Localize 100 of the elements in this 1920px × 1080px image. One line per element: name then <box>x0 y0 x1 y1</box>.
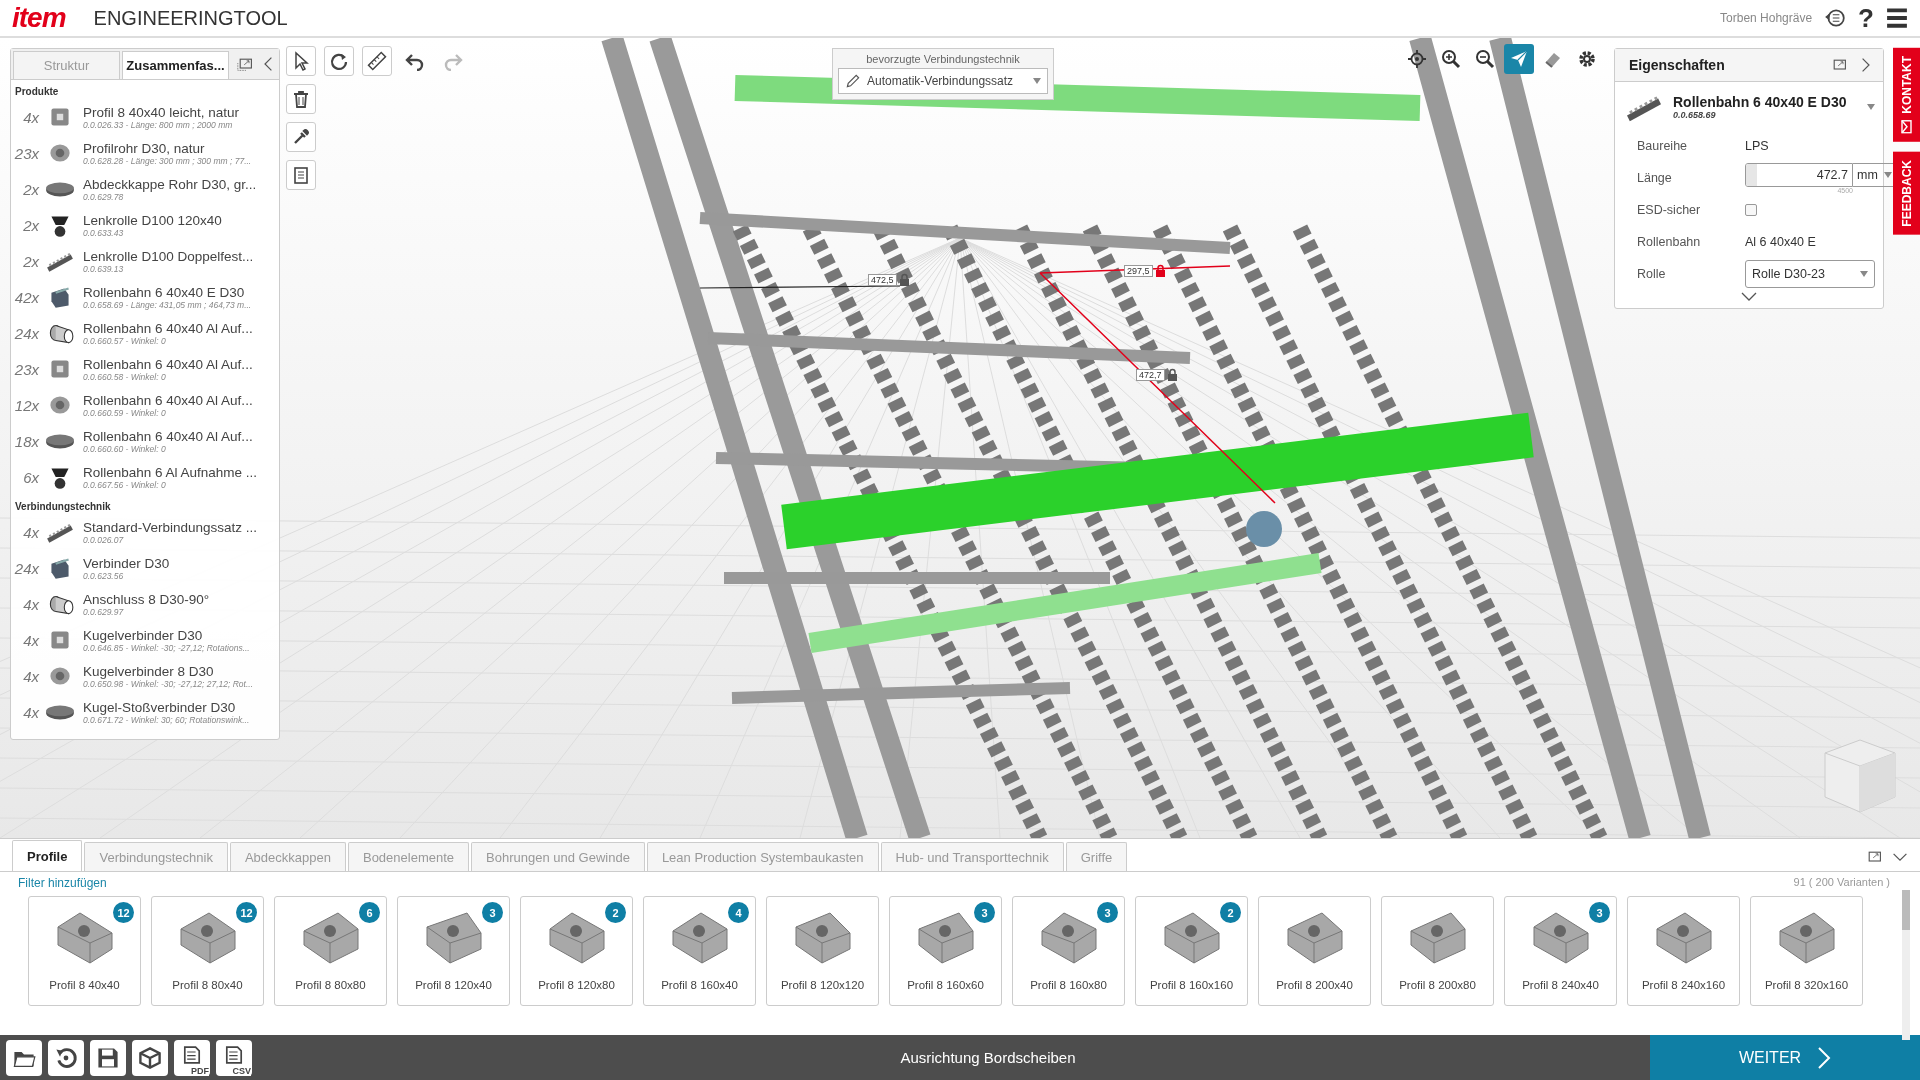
variant-count-badge: 12 <box>113 902 134 923</box>
lock-icon[interactable] <box>1166 368 1178 381</box>
product-name: Rollenbahn 6 40x40 E D30 <box>1673 94 1848 110</box>
panel-tab[interactable]: Zusammenfas... <box>122 51 229 79</box>
footer-button[interactable]: PDF <box>174 1039 210 1076</box>
product-name[interactable]: Standard-Verbindungssatz ... <box>83 519 279 535</box>
product-tile[interactable]: Profil 8 80x80 6 <box>274 896 387 1006</box>
next-button[interactable]: WEITER <box>1650 1035 1920 1080</box>
product-name[interactable]: Kugelverbinder D30 <box>83 627 279 643</box>
product-name[interactable]: Rollenbahn 6 40x40 Al Auf... <box>83 356 279 372</box>
product-name[interactable]: Profilrohr D30, natur <box>83 140 279 156</box>
history-list-icon[interactable] <box>1824 7 1847 29</box>
quantity: 4x <box>22 667 40 685</box>
product-name[interactable]: Kugelverbinder 8 D30 <box>83 663 279 679</box>
toolbar-button[interactable] <box>286 160 316 190</box>
popout-icon[interactable] <box>1866 849 1882 865</box>
product-tile[interactable]: Profil 8 80x40 12 <box>151 896 264 1006</box>
footer-button[interactable] <box>90 1039 126 1076</box>
product-name[interactable]: Rollenbahn 6 40x40 Al Auf... <box>83 392 279 408</box>
quantity: 23x <box>13 144 40 162</box>
product-name[interactable]: Rollenbahn 6 40x40 Al Auf... <box>83 320 279 336</box>
length-input[interactable]: 472.7 <box>1745 162 1853 187</box>
quantity: 42x <box>13 288 40 306</box>
tile-label: Profil 8 80x40 <box>172 979 243 991</box>
product-name[interactable]: Profil 8 40x40 leicht, natur <box>83 104 279 120</box>
tile-label: Profil 8 160x40 <box>661 979 738 991</box>
checkbox[interactable] <box>1745 204 1757 216</box>
product-name[interactable]: Lenkrolle D100 Doppelfest... <box>83 248 279 264</box>
product-details: 0.0.667.56 - Winkel: 0 <box>83 479 167 490</box>
product-tile[interactable]: Profil 8 160x80 3 <box>1012 896 1125 1006</box>
envelope-icon <box>1899 119 1914 134</box>
toolbar-button[interactable] <box>286 46 316 76</box>
redo-icon <box>443 51 463 71</box>
product-tile[interactable]: Profil 8 120x40 3 <box>397 896 510 1006</box>
quantity: 2x <box>22 252 40 270</box>
product-tile[interactable]: Profil 8 240x160 <box>1627 896 1740 1006</box>
quantity: 18x <box>13 432 40 450</box>
product-name[interactable]: Lenkrolle D100 120x40 <box>83 212 279 228</box>
tile-label: Profil 8 240x40 <box>1522 979 1599 991</box>
product-name[interactable]: Verbinder D30 <box>83 555 279 571</box>
scrollbar[interactable] <box>1902 890 1910 1040</box>
app-title: ENGINEERINGTOOL <box>93 6 288 30</box>
popout-icon[interactable] <box>237 56 253 72</box>
product-tile[interactable]: Profil 8 160x160 2 <box>1135 896 1248 1006</box>
product-name[interactable]: Kugel-Stoßverbinder D30 <box>83 699 279 715</box>
popout-icon[interactable] <box>1831 57 1847 73</box>
roller-dropdown[interactable]: Rolle D30-23 <box>1745 260 1875 288</box>
dimension-label[interactable]: 297,5 <box>1124 264 1153 277</box>
product-name[interactable]: Rollenbahn 6 40x40 E D30 <box>83 284 279 300</box>
tile-label: Profil 8 120x40 <box>415 979 492 991</box>
product-tile[interactable]: Profil 8 200x40 <box>1258 896 1371 1006</box>
footer-button[interactable] <box>48 1039 84 1076</box>
connection-dropdown[interactable]: Automatik-Verbindungssatz <box>838 68 1048 94</box>
product-name[interactable]: Rollenbahn 6 40x40 Al Auf... <box>83 428 279 444</box>
file-type-label: PDF <box>191 1065 209 1076</box>
menu-icon[interactable] <box>1886 7 1908 29</box>
dimension-label[interactable]: 472,5 <box>868 273 897 286</box>
property-label: Rolle <box>1637 267 1667 281</box>
chevron-down-icon[interactable] <box>1741 292 1757 302</box>
caret-icon[interactable] <box>1867 104 1875 110</box>
product-code: 0.0.658.69 <box>1673 110 1717 120</box>
product-name[interactable]: Rollenbahn 6 Al Aufnahme ... <box>83 464 279 480</box>
product-tile[interactable]: Profil 8 320x160 <box>1750 896 1863 1006</box>
footer-button[interactable]: CSV <box>216 1039 252 1076</box>
help-button[interactable]: ? <box>1858 2 1874 34</box>
product-tile[interactable]: Profil 8 40x40 12 <box>28 896 141 1006</box>
toolbar-button[interactable] <box>362 46 392 76</box>
catalog-tab[interactable]: Profile <box>12 840 83 871</box>
user-name[interactable]: Torben Hohgräve <box>1720 11 1813 25</box>
caret-icon <box>1884 171 1892 178</box>
lock-icon[interactable] <box>1154 264 1166 277</box>
toolbar-button[interactable] <box>286 122 316 152</box>
product-tile[interactable]: Profil 8 160x40 4 <box>643 896 756 1006</box>
lock-icon[interactable] <box>898 273 910 286</box>
quantity: 2x <box>22 180 40 198</box>
product-tile[interactable]: Profil 8 160x60 3 <box>889 896 1002 1006</box>
popup-title: bevorzugte Verbindungstechnik <box>866 53 1020 65</box>
footer-button[interactable] <box>132 1039 168 1076</box>
quantity: 12x <box>13 396 40 414</box>
side-tab[interactable]: KONTAKT <box>1893 48 1920 142</box>
product-tile[interactable]: Profil 8 200x80 <box>1381 896 1494 1006</box>
panel-title: Eigenschaften <box>1629 57 1725 73</box>
logo: item <box>12 2 66 34</box>
product-name[interactable]: Anschluss 8 D30-90° <box>83 591 279 607</box>
product-name[interactable]: Abdeckkappe Rohr D30, gr... <box>83 176 279 192</box>
footer-button[interactable] <box>6 1039 42 1076</box>
product-tile[interactable]: Profil 8 240x40 3 <box>1504 896 1617 1006</box>
filter-link[interactable]: Filter hinzufügen <box>18 876 107 890</box>
side-tab[interactable]: FEEDBACK <box>1893 151 1920 235</box>
clipboard-icon <box>291 165 311 185</box>
chevron-right-icon <box>1817 1046 1832 1069</box>
toolbar-button[interactable] <box>286 84 316 114</box>
dimension-label[interactable]: 472,7 <box>1136 368 1165 381</box>
toolbar-button[interactable] <box>324 46 354 76</box>
tile-label: Profil 8 200x40 <box>1276 979 1353 991</box>
property-label: Rollenbahn <box>1637 235 1702 249</box>
product-tile[interactable]: Profil 8 120x80 2 <box>520 896 633 1006</box>
product-tile[interactable]: Profil 8 120x120 <box>766 896 879 1006</box>
product-details: 0.0.660.58 - Winkel: 0 <box>83 371 167 382</box>
property-label: Baureihe <box>1637 139 1689 153</box>
